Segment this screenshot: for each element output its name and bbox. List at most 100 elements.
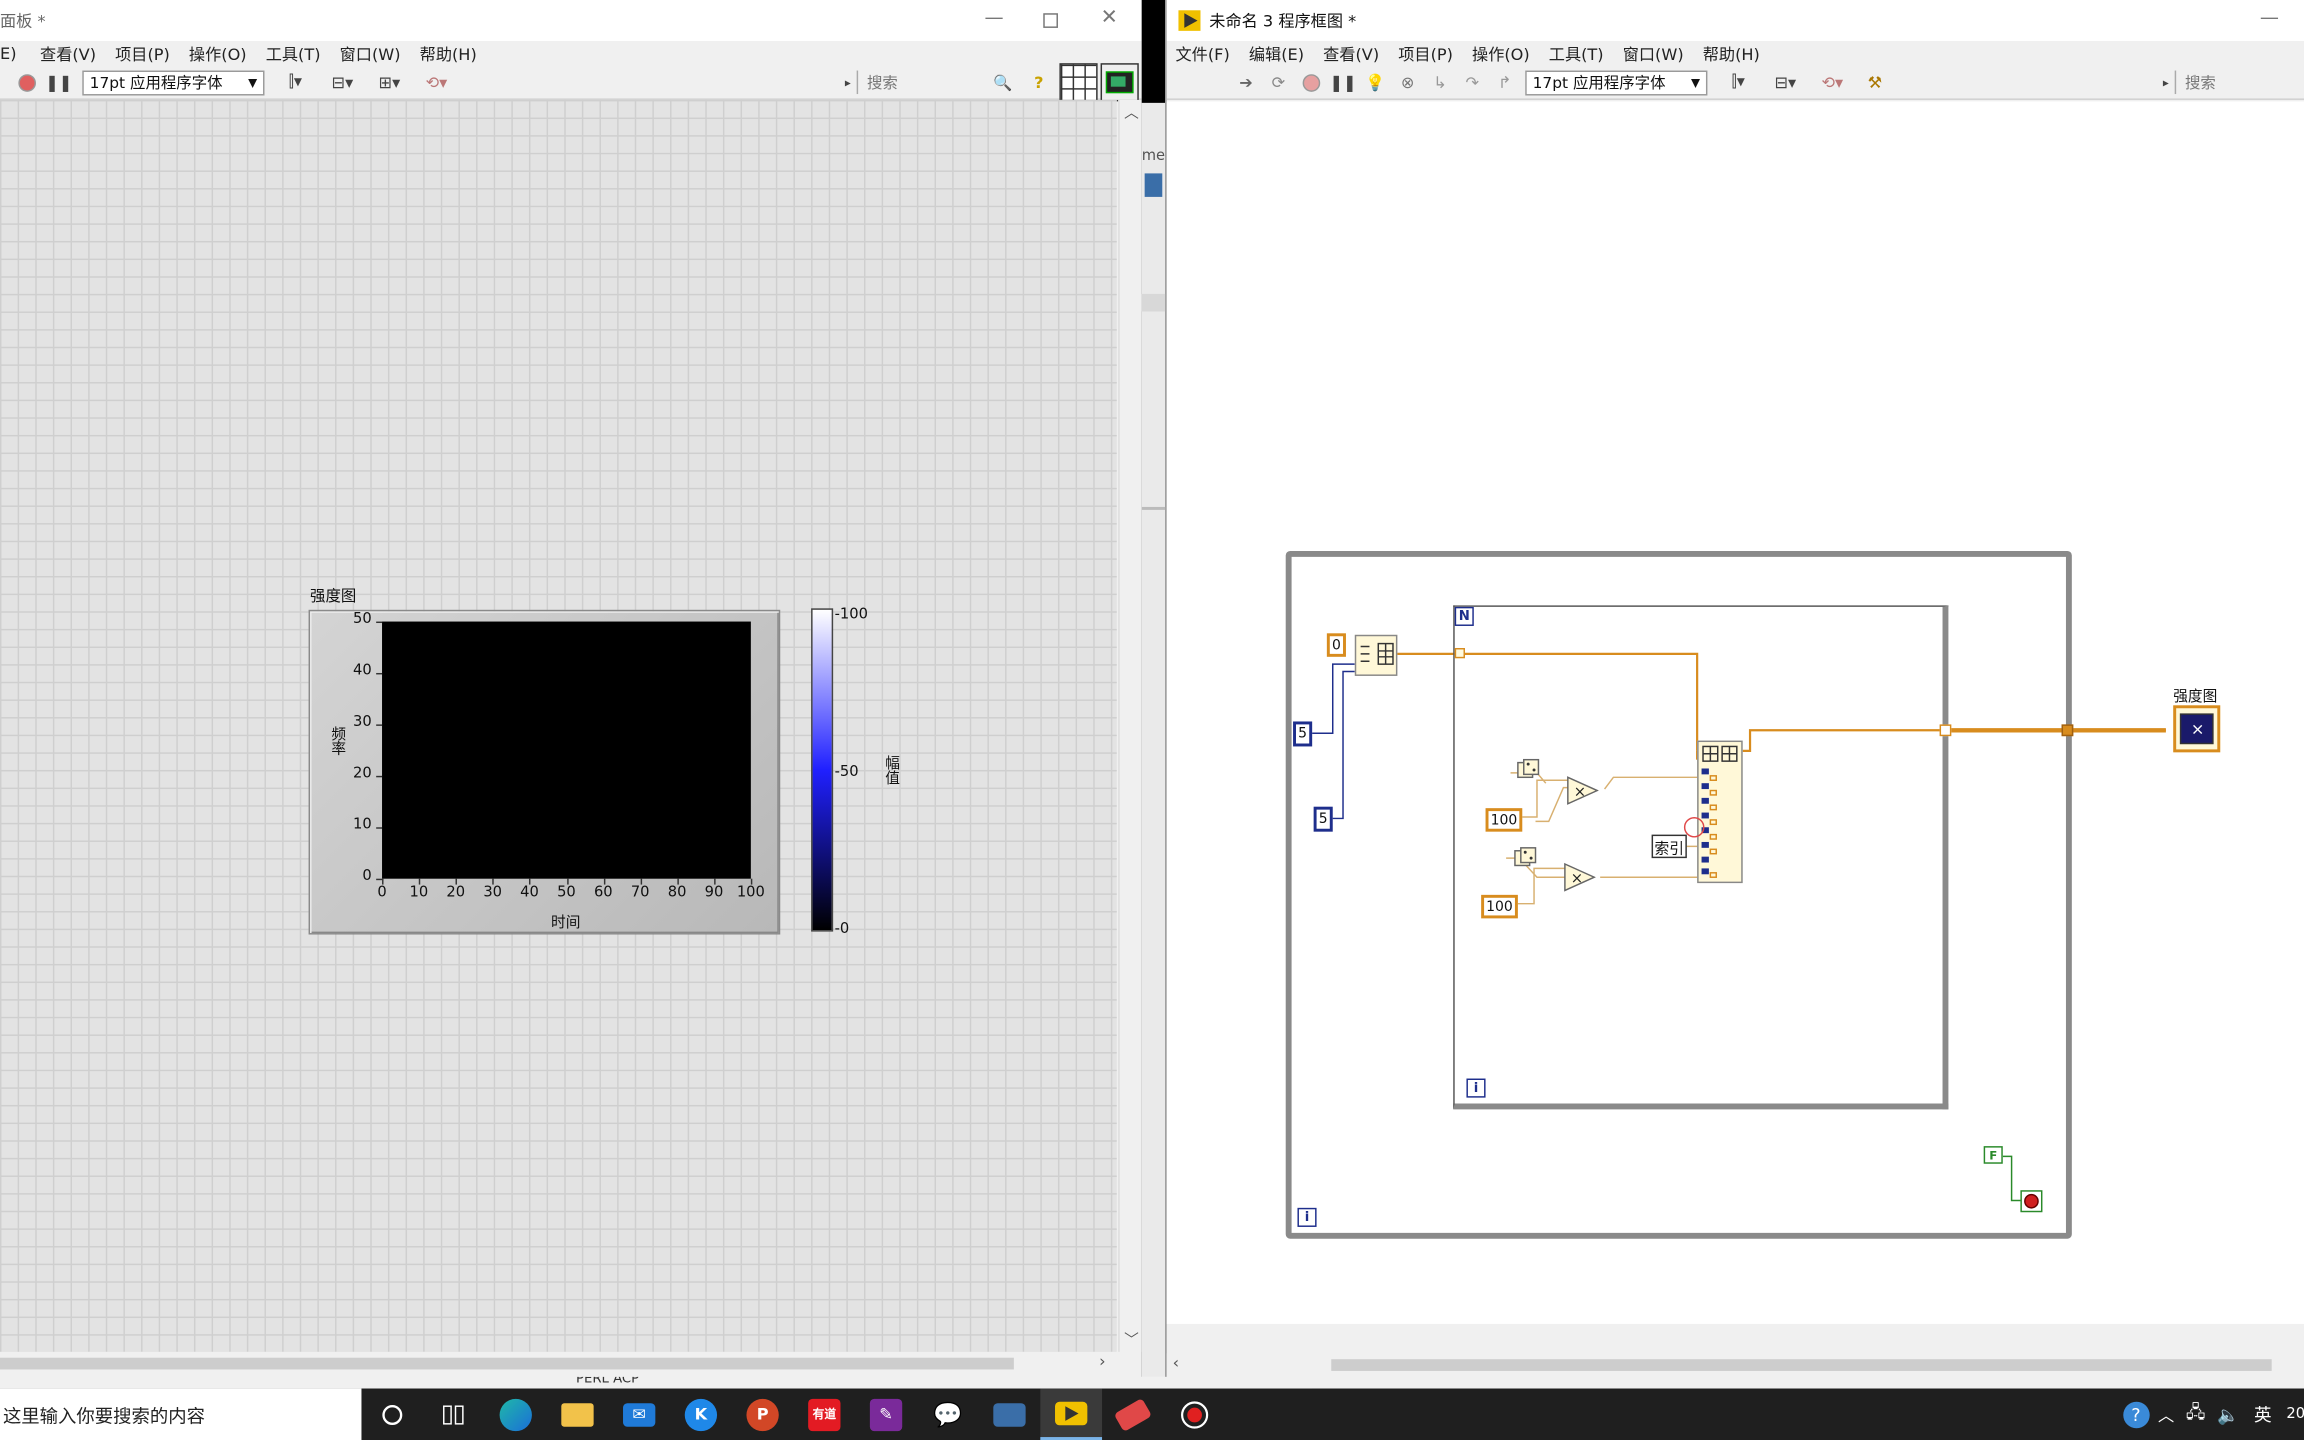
menu-file[interactable]: 文件(F) xyxy=(1176,42,1230,66)
menu-tools[interactable]: 工具(T) xyxy=(1549,42,1604,66)
front-panel-titlebar[interactable]: 面板 * — ✕ xyxy=(0,0,1142,42)
maximize-icon[interactable] xyxy=(1043,13,1058,28)
edge-browser-icon[interactable] xyxy=(485,1389,547,1440)
task-view-icon[interactable] xyxy=(423,1389,485,1440)
font-select[interactable]: 17pt 应用程序字体 ▼ xyxy=(1525,69,1708,95)
menu-view[interactable]: 查看(V) xyxy=(40,42,96,66)
run-arrow-icon[interactable]: ➔ xyxy=(1234,71,1258,95)
menu-operate[interactable]: 操作(O) xyxy=(1472,42,1530,66)
minimize-icon[interactable]: — xyxy=(984,7,1003,29)
kuaibo-icon[interactable]: K xyxy=(670,1389,732,1440)
false-constant[interactable]: F xyxy=(1983,1146,2003,1164)
scroll-up-icon[interactable]: ︿ xyxy=(1124,100,1139,122)
tray-expand-icon[interactable]: ︿ xyxy=(2158,1403,2174,1427)
align-objects-icon[interactable]: ⫿▾ xyxy=(1719,71,1757,95)
front-panel-hscroll[interactable]: › xyxy=(0,1351,1119,1376)
hscroll-thumb[interactable] xyxy=(0,1357,1014,1370)
taskbar-search-input[interactable]: 这里输入你要搜索的内容 xyxy=(0,1388,362,1440)
menu-operate[interactable]: 操作(O) xyxy=(189,42,247,66)
menu-view[interactable]: 查看(V) xyxy=(1323,42,1379,66)
clean-up-diagram-icon[interactable]: ⚒ xyxy=(1860,71,1889,95)
vi-icon[interactable] xyxy=(1100,63,1139,102)
menu-edit[interactable]: 编辑(E) xyxy=(1249,42,1304,66)
file-explorer-icon[interactable] xyxy=(547,1389,609,1440)
pause-icon[interactable]: ❚❚ xyxy=(45,71,72,95)
wechat-icon[interactable]: 💬 xyxy=(917,1389,979,1440)
search-icon[interactable]: 🔍 xyxy=(993,73,1012,92)
search-collapse-icon[interactable]: ▸ xyxy=(845,76,851,89)
align-objects-icon[interactable]: ⫿▾ xyxy=(276,71,314,95)
scroll-down-icon[interactable]: ﹀ xyxy=(1124,1327,1139,1349)
menu-window[interactable]: 窗口(W) xyxy=(340,42,401,66)
constant-hundred-a[interactable]: 100 xyxy=(1485,808,1523,832)
scroll-right-icon[interactable]: › xyxy=(1099,1352,1105,1371)
initialize-array-node[interactable] xyxy=(1354,634,1398,676)
menu-project[interactable]: 项目(P) xyxy=(115,42,170,66)
eraser-app-icon[interactable] xyxy=(1102,1389,1164,1440)
clock[interactable]: 20 xyxy=(2286,1406,2304,1422)
intensity-graph[interactable]: 50 40 30 20 10 0 0 10 20 30 40 50 60 70 80 90 100 频率 时间 xyxy=(308,609,781,935)
step-out-icon[interactable]: ↱ xyxy=(1493,71,1517,95)
multiply-node[interactable]: × xyxy=(1566,776,1600,805)
menu-project[interactable]: 项目(P) xyxy=(1398,42,1453,66)
highlight-execution-icon[interactable]: 💡 xyxy=(1364,71,1388,95)
constant-hundred-b[interactable]: 100 xyxy=(1481,894,1518,919)
screen-recorder-icon[interactable] xyxy=(1164,1389,1226,1440)
ime-indicator[interactable]: 英 xyxy=(2254,1402,2272,1427)
connector-pane-icon[interactable] xyxy=(1059,63,1098,102)
menu-window[interactable]: 窗口(W) xyxy=(1623,42,1684,66)
search-input[interactable]: 搜索 xyxy=(2174,70,2304,95)
help-icon[interactable]: ? xyxy=(1027,71,1051,95)
constant-columns[interactable]: 5 xyxy=(1313,806,1333,832)
network-icon[interactable]: 🖧 xyxy=(2186,1399,2206,1430)
constant-zero[interactable]: 0 xyxy=(1326,633,1346,657)
powerpoint-icon[interactable]: P xyxy=(732,1389,794,1440)
for-loop-count-terminal[interactable]: N xyxy=(1454,606,1474,626)
pause-icon[interactable]: ❚❚ xyxy=(1329,71,1356,95)
remote-desktop-icon[interactable] xyxy=(979,1389,1041,1440)
multiply-node[interactable]: × xyxy=(1563,862,1597,892)
retain-wire-values-icon[interactable]: ⊗ xyxy=(1396,71,1420,95)
front-panel-vscroll[interactable]: ︿ ﹀ xyxy=(1118,99,1142,1352)
scroll-left-icon[interactable]: ‹ xyxy=(1173,1353,1179,1372)
resize-objects-icon[interactable]: ⊞▾ xyxy=(370,71,408,95)
hscroll-thumb[interactable] xyxy=(1331,1359,2272,1371)
random-number-dice-icon[interactable] xyxy=(1513,846,1537,870)
menu-help[interactable]: 帮助(H) xyxy=(420,42,477,66)
help-tray-icon[interactable]: ? xyxy=(2122,1401,2150,1428)
block-diagram-titlebar[interactable]: 未命名 3 程序框图 * — xyxy=(1166,0,2304,42)
step-into-icon[interactable]: ↳ xyxy=(1428,71,1452,95)
constant-rows[interactable]: 5 xyxy=(1293,721,1313,747)
close-icon[interactable]: ✕ xyxy=(1101,6,1118,30)
youdao-icon[interactable]: 有道 xyxy=(793,1389,855,1440)
abort-icon[interactable] xyxy=(1299,71,1323,95)
labview-taskbar-icon[interactable] xyxy=(1040,1388,1103,1440)
block-diagram-hscroll[interactable]: ‹ xyxy=(1166,1353,2304,1377)
block-diagram-canvas[interactable]: N i i 0 5 5 100 100 × × 索引 强度图 × F xyxy=(1166,101,2304,1324)
run-continuously-icon[interactable]: ⟳ xyxy=(1267,71,1291,95)
reorder-icon[interactable]: ⟲▾ xyxy=(1813,71,1851,95)
search-input[interactable]: 搜索 🔍 xyxy=(856,70,1019,95)
cortana-icon[interactable] xyxy=(361,1389,423,1440)
distribute-objects-icon[interactable]: ⊟▾ xyxy=(1766,71,1804,95)
search-collapse-icon[interactable]: ▸ xyxy=(2163,76,2169,89)
random-number-dice-icon[interactable] xyxy=(1516,758,1540,782)
font-select[interactable]: 17pt 应用程序字体 ▼ xyxy=(82,69,265,95)
color-scale[interactable] xyxy=(811,608,834,932)
plot-area[interactable] xyxy=(382,621,751,879)
step-over-icon[interactable]: ↷ xyxy=(1461,71,1485,95)
distribute-objects-icon[interactable]: ⊟▾ xyxy=(323,71,361,95)
volume-icon[interactable]: 🔈 xyxy=(2217,1404,2239,1425)
minimize-icon[interactable]: — xyxy=(2260,7,2279,29)
replace-array-subset-node[interactable] xyxy=(1697,740,1743,884)
stop-terminal[interactable] xyxy=(2020,1190,2043,1213)
intensity-graph-terminal[interactable]: × xyxy=(2173,705,2221,753)
reorder-icon[interactable]: ⟲▾ xyxy=(417,71,455,95)
menu-help[interactable]: 帮助(H) xyxy=(1703,42,1760,66)
mail-icon[interactable]: ✉ xyxy=(608,1389,670,1440)
pen-app-icon[interactable]: ✎ xyxy=(855,1389,917,1440)
menu-edit[interactable]: E) xyxy=(0,44,17,63)
abort-icon[interactable] xyxy=(15,71,39,95)
menu-tools[interactable]: 工具(T) xyxy=(266,42,321,66)
front-panel-canvas[interactable]: 强度图 50 40 30 20 10 0 0 10 20 30 40 50 60 70 80 90 100 频… xyxy=(0,99,1117,1352)
